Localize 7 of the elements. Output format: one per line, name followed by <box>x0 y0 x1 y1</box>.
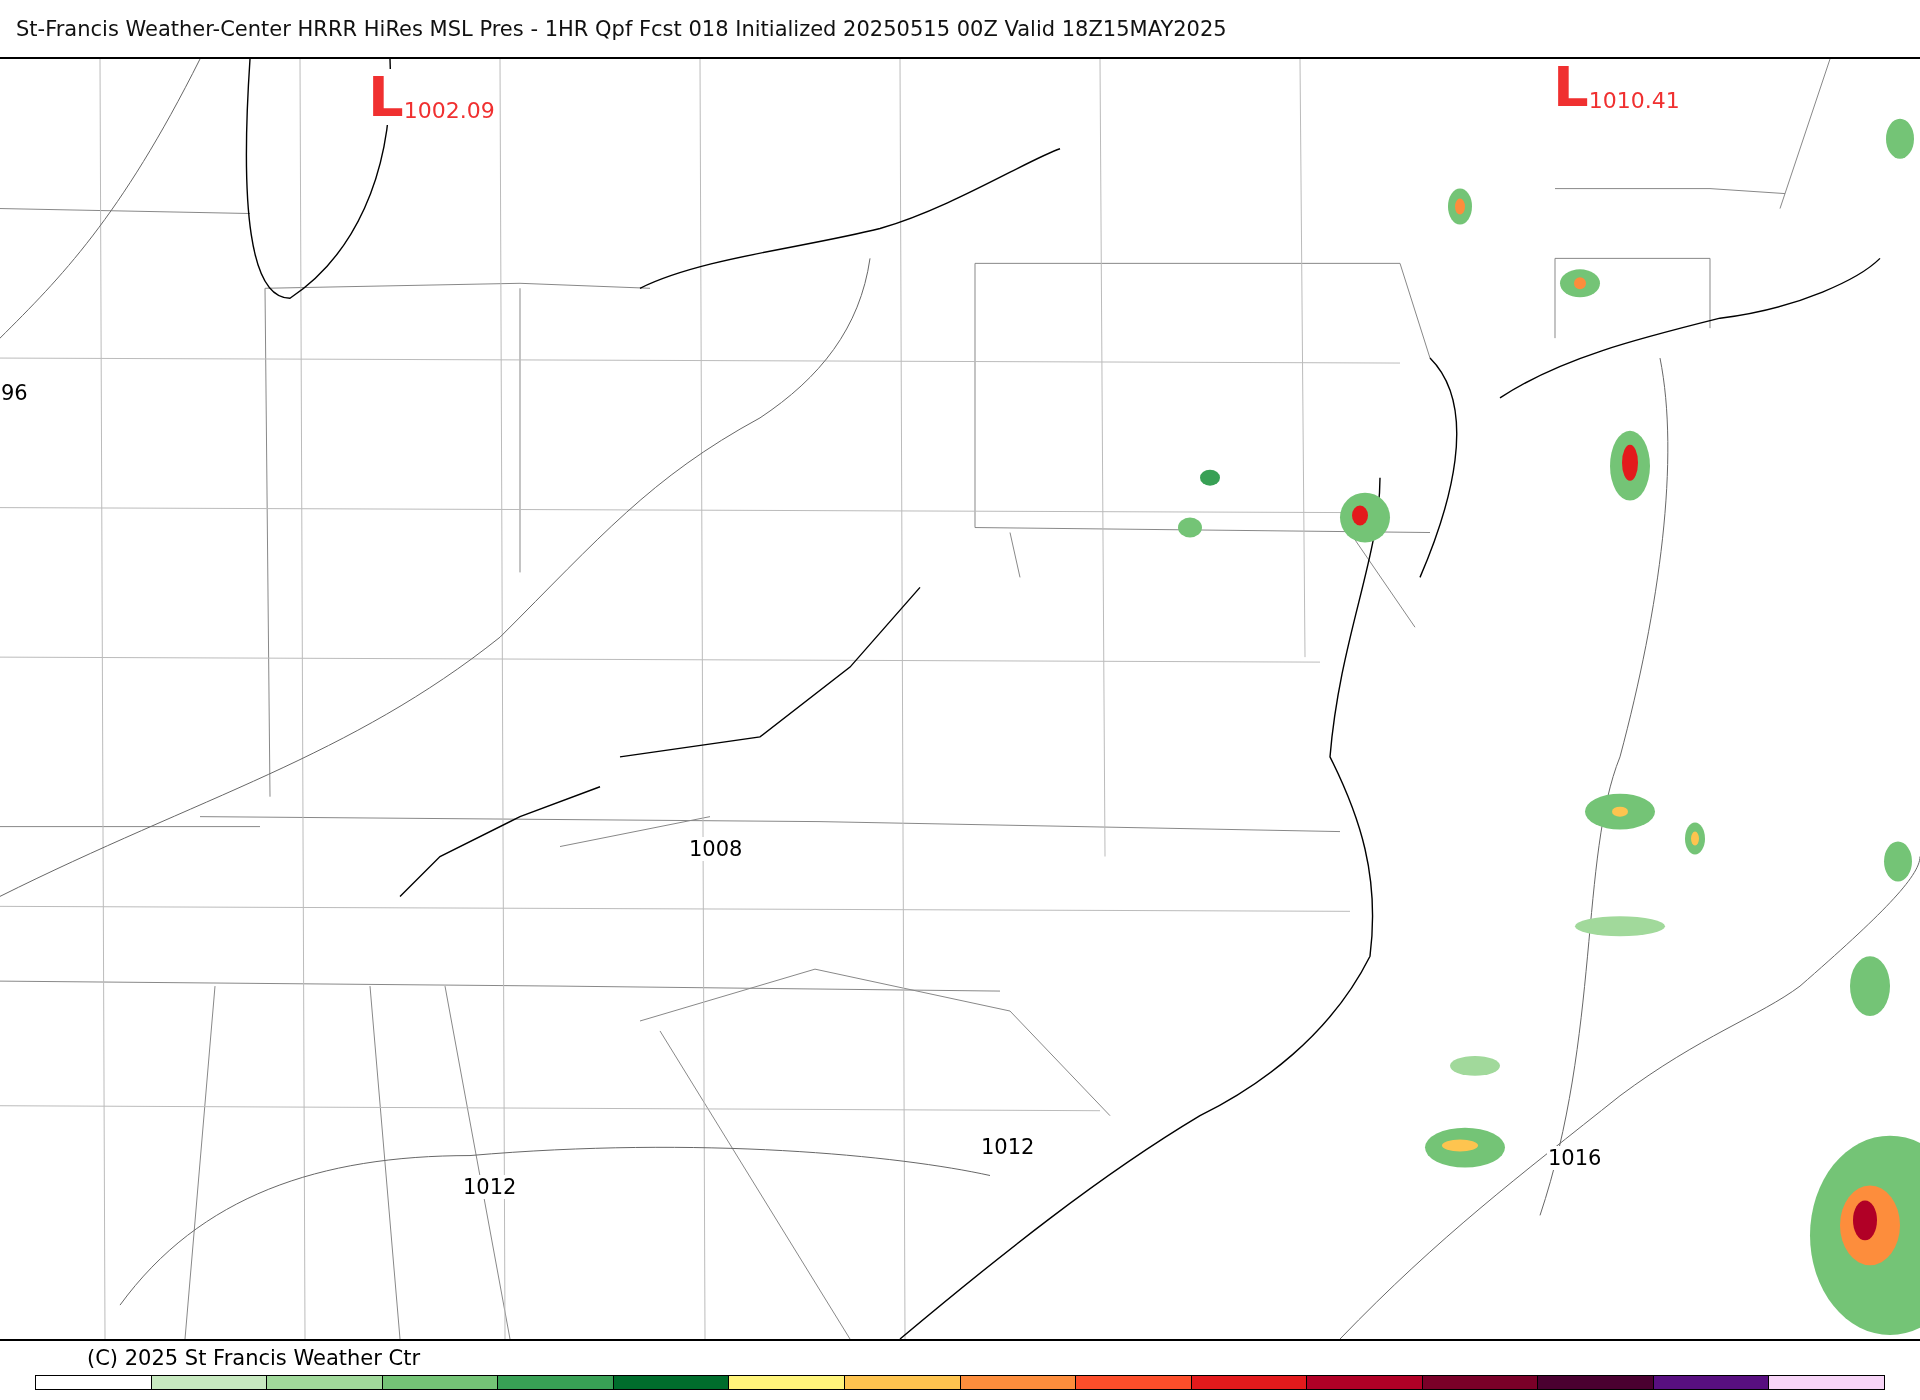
isobar-label: 1008 <box>688 837 744 861</box>
pressure-value: 1002.09 <box>403 98 495 123</box>
isobar-label: 1016 <box>1547 1146 1603 1170</box>
map-title: St-Francis Weather-Center HRRR HiRes MSL Pres - 1HR Qpf Fcst 018 Initialized 20250515 00Z Valid 18Z15MAY2025 <box>16 16 1227 41</box>
copyright-text: (C) 2025 St Francis Weather Ctr <box>87 1345 422 1371</box>
isobar-label: 1012 <box>462 1175 518 1199</box>
pressure-value: 1010.41 <box>1588 88 1680 113</box>
